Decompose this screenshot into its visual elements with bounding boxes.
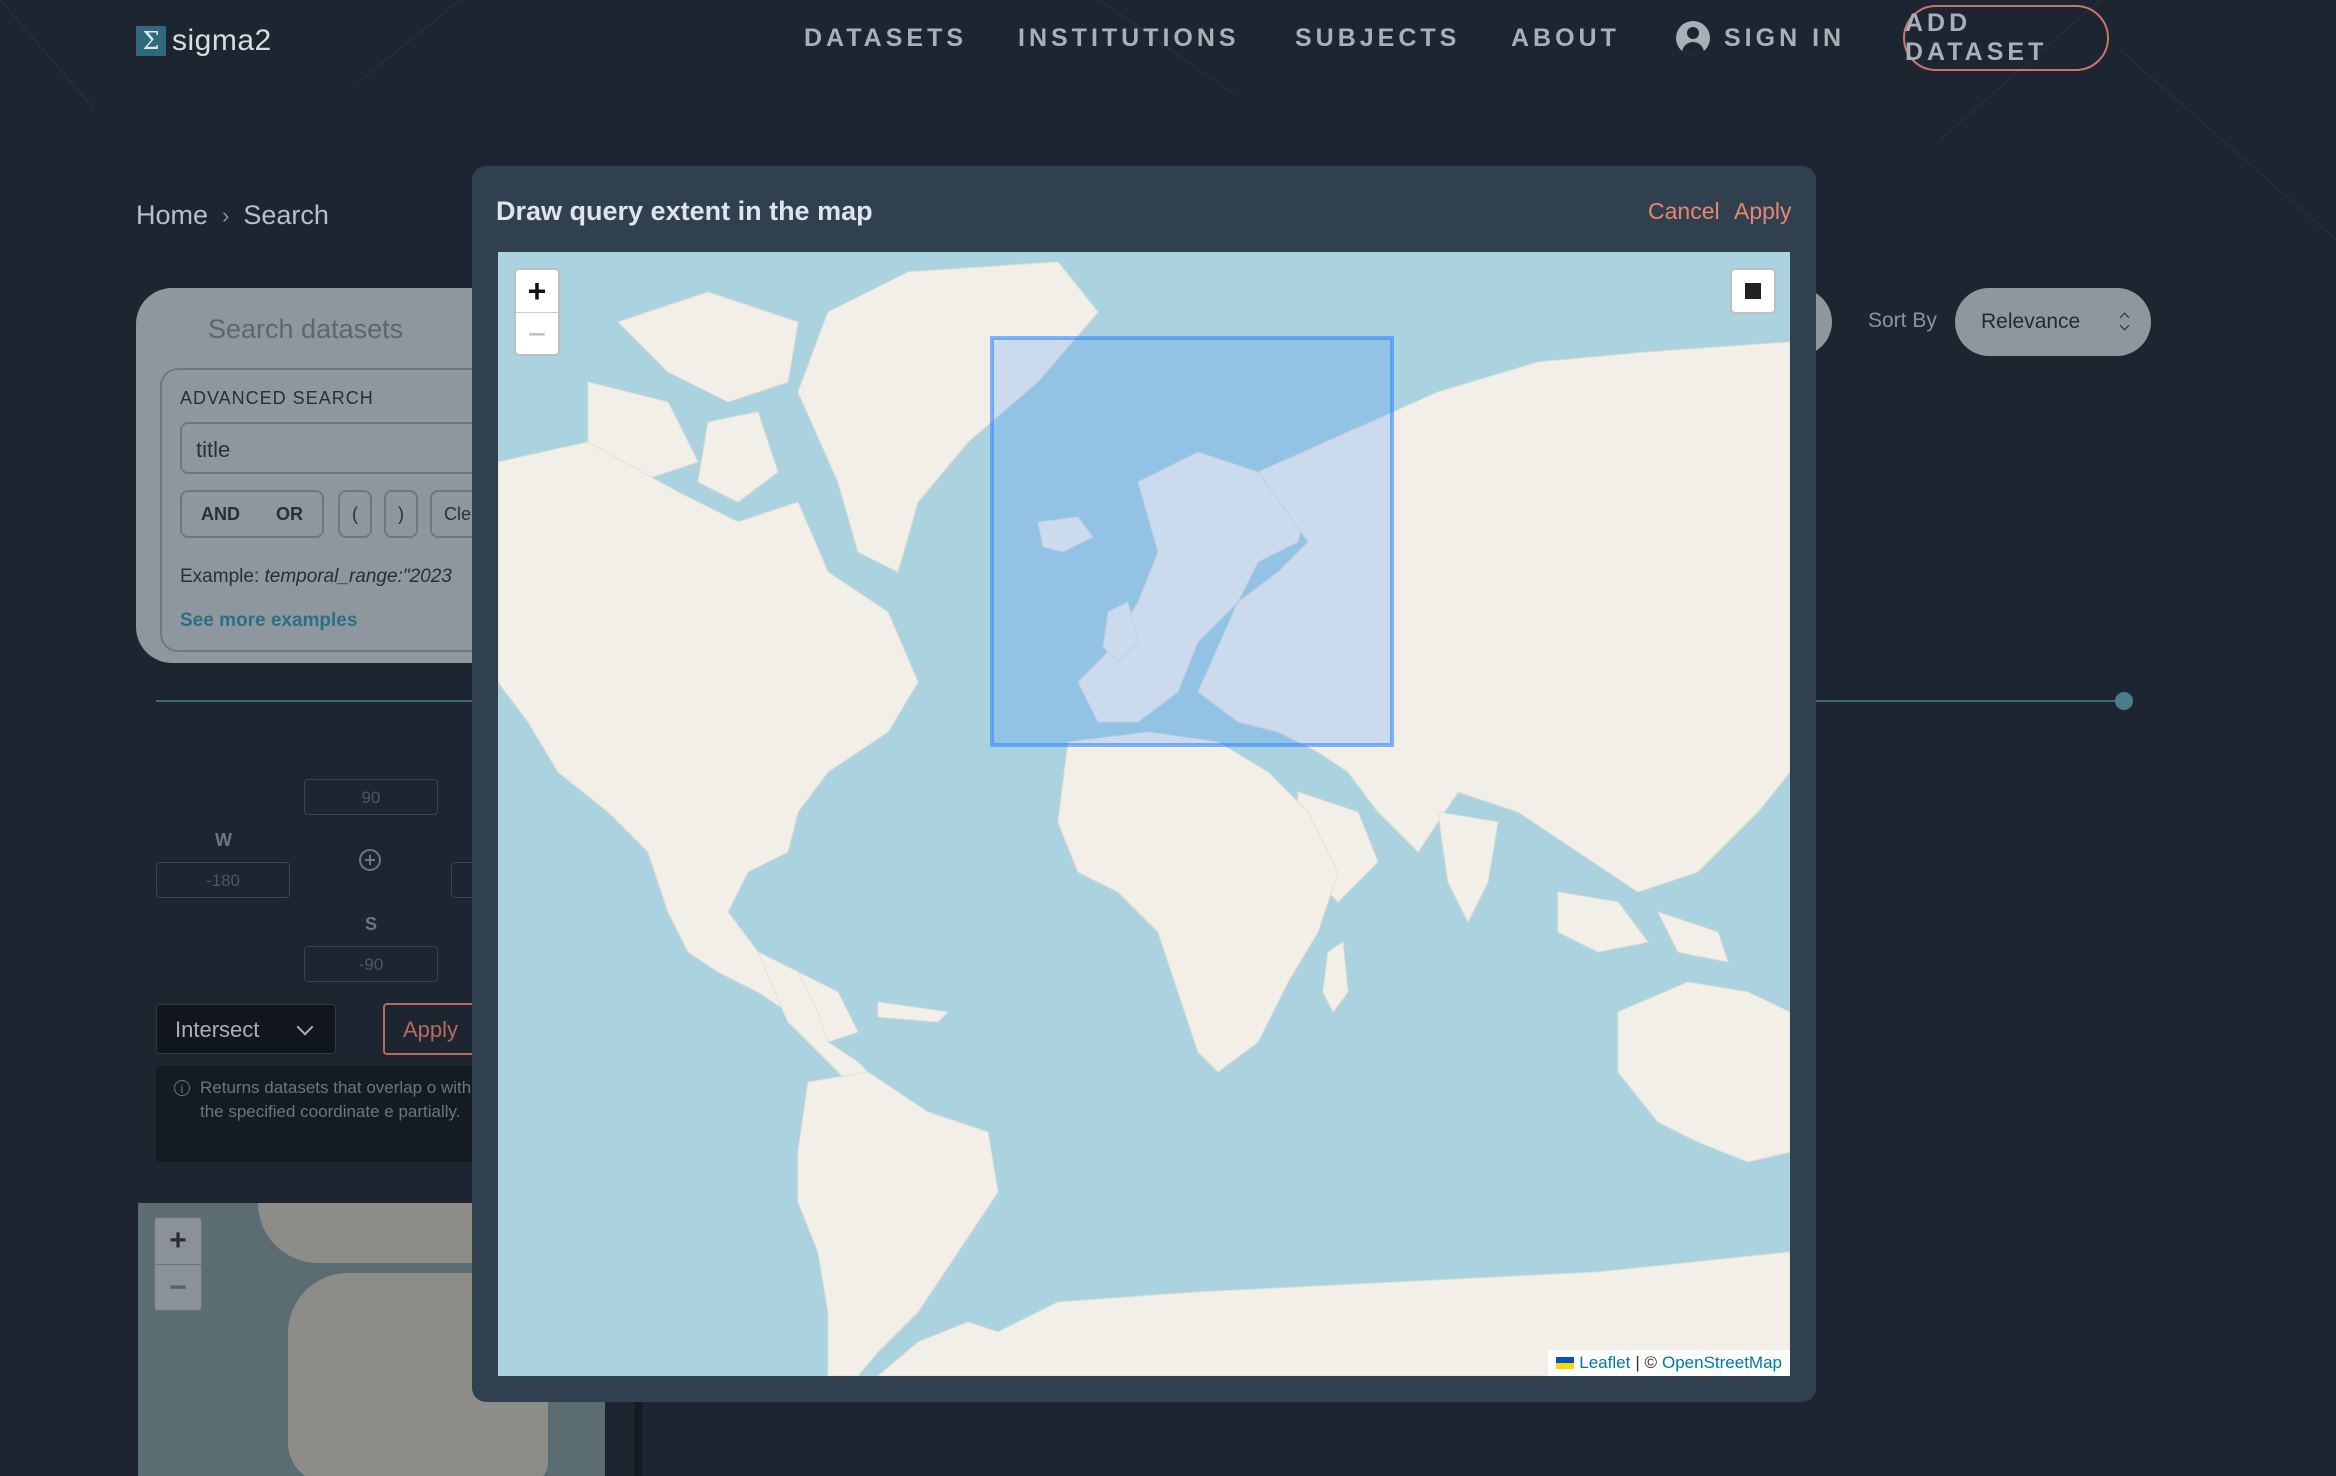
example-value: temporal_range:"2023 — [264, 566, 452, 587]
attribution-separator: | © — [1635, 1353, 1657, 1372]
north-input[interactable]: 90 — [304, 779, 438, 815]
breadcrumb-current: Search — [243, 200, 329, 230]
example-label: Example: — [180, 566, 260, 587]
zoom-in-button[interactable]: + — [516, 270, 558, 312]
query-map[interactable]: + − Leaflet | © OpenStreetMap — [498, 252, 1790, 1376]
range-track-left — [156, 700, 476, 702]
logo[interactable]: Σ sigma2 — [136, 24, 272, 58]
west-input[interactable]: -180 — [156, 862, 290, 898]
zoom-control: + − — [514, 268, 560, 356]
breadcrumb-home[interactable]: Home — [136, 200, 208, 231]
africa — [1057, 731, 1339, 1073]
operator-group: AND OR — [180, 490, 324, 538]
cancel-button[interactable]: Cancel — [1648, 198, 1720, 225]
square-icon — [1745, 283, 1761, 299]
mini-zoom-in-button[interactable]: + — [155, 1218, 201, 1264]
info-icon: i — [174, 1080, 190, 1096]
draw-rectangle-button[interactable] — [1730, 268, 1776, 314]
west-label: W — [215, 830, 232, 850]
see-more-examples-link[interactable]: See more examples — [180, 610, 357, 632]
south-input[interactable]: -90 — [304, 946, 438, 982]
mini-zoom-out-button[interactable]: − — [155, 1264, 201, 1311]
add-dataset-button[interactable]: ADD DATASET — [1903, 5, 2109, 71]
south-label: S — [365, 914, 378, 934]
spatial-info: i Returns datasets that overlap o with t… — [156, 1066, 496, 1162]
nav-subjects[interactable]: SUBJECTS — [1295, 24, 1460, 53]
advanced-search-title: ADVANCED SEARCH — [180, 388, 374, 408]
top-nav: Σ sigma2 DATASETS INSTITUTIONS SUBJECTS … — [0, 0, 2336, 80]
sort-value: Relevance — [1981, 310, 2081, 333]
search-example: Example: temporal_range:"2023 — [180, 566, 452, 588]
nav-about[interactable]: ABOUT — [1511, 24, 1620, 53]
logo-mark: Σ — [136, 26, 166, 56]
chevron-right-icon: › — [222, 202, 230, 228]
australia — [1617, 981, 1790, 1163]
zoom-out-button[interactable]: − — [516, 312, 558, 355]
apply-button[interactable]: Apply — [1734, 198, 1792, 225]
central-america — [757, 950, 880, 1083]
range-handle[interactable] — [2115, 692, 2133, 710]
map-tiles — [498, 261, 1790, 1376]
logo-text: sigma2 — [172, 24, 272, 57]
close-paren-button[interactable]: ) — [384, 490, 418, 538]
india — [1437, 811, 1499, 924]
and-button[interactable]: AND — [201, 504, 240, 525]
sort-select[interactable]: Relevance — [1955, 288, 2151, 356]
spatial-mode-value: Intersect — [175, 1017, 260, 1042]
osm-link[interactable]: OpenStreetMap — [1662, 1353, 1782, 1373]
range-track-right — [1812, 700, 2122, 702]
sort-arrows-icon — [2119, 312, 2129, 332]
sort-label: Sort By — [1868, 309, 1937, 332]
ukraine-flag-icon — [1556, 1357, 1575, 1369]
or-button[interactable]: OR — [276, 504, 303, 525]
field-select[interactable]: title — [180, 422, 500, 474]
open-paren-button[interactable]: ( — [338, 490, 372, 538]
sign-in-link[interactable]: SIGN IN — [1676, 21, 1845, 55]
field-select-value: title — [196, 437, 231, 462]
breadcrumb: Home › Search — [136, 200, 329, 231]
arctic-islands — [617, 291, 799, 403]
nav-datasets[interactable]: DATASETS — [804, 24, 967, 53]
selection-extent — [990, 336, 1394, 747]
user-icon — [1676, 21, 1710, 55]
spatial-info-text: Returns datasets that overlap o with the… — [200, 1078, 472, 1121]
crosshair-icon[interactable] — [359, 849, 381, 871]
chevron-down-icon — [296, 1018, 314, 1036]
nav-institutions[interactable]: INSTITUTIONS — [1018, 24, 1240, 53]
leaflet-link[interactable]: Leaflet — [1579, 1353, 1630, 1373]
search-input[interactable]: Search datasets — [208, 314, 403, 345]
madagascar — [1322, 941, 1349, 1013]
map-attribution: Leaflet | © OpenStreetMap — [1548, 1350, 1790, 1376]
spatial-mode-select[interactable]: Intersect — [156, 1004, 336, 1054]
mini-map-zoom: + − — [154, 1217, 202, 1311]
draw-extent-modal: Draw query extent in the map Cancel Appl… — [472, 166, 1816, 1402]
advanced-search: ADVANCED SEARCH title AND OR ( ) Cle Exa… — [160, 368, 524, 652]
modal-title: Draw query extent in the map — [496, 196, 873, 226]
sign-in-label: SIGN IN — [1724, 23, 1846, 52]
divider — [634, 1400, 642, 1476]
